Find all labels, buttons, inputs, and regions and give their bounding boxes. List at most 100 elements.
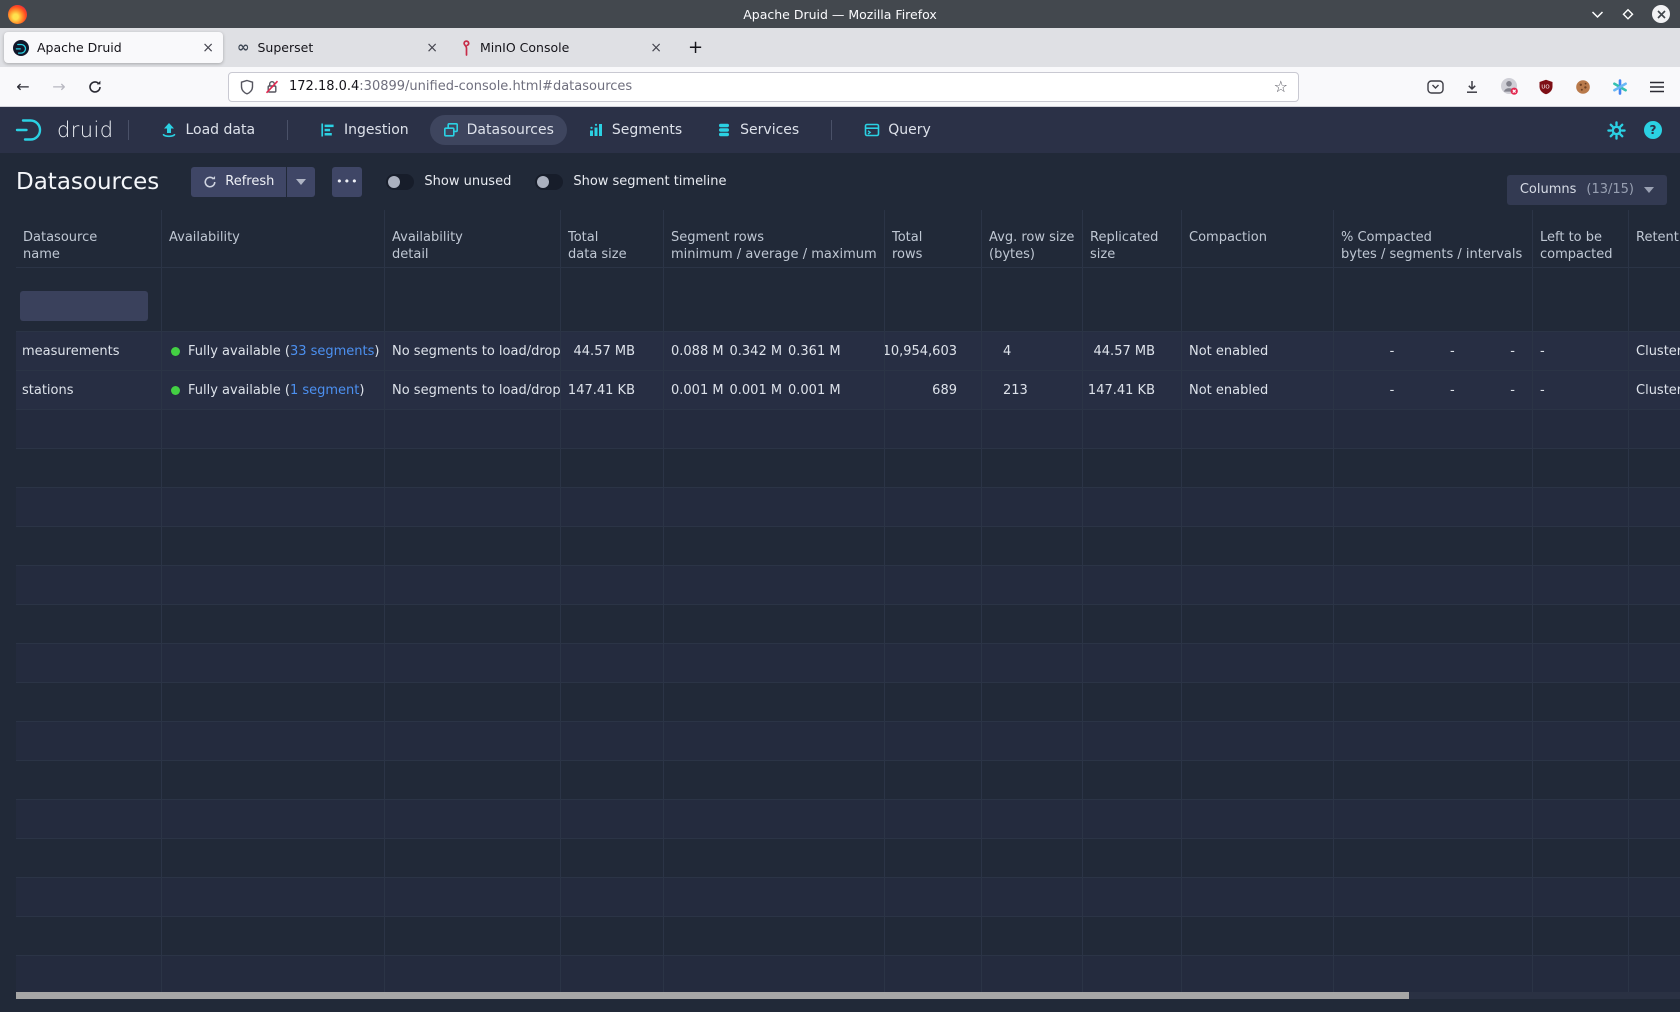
empty-cell: [1629, 566, 1680, 605]
menu-hamburger-icon[interactable]: [1648, 78, 1666, 96]
cookie-extension-icon[interactable]: [1574, 78, 1592, 96]
show-segment-timeline-toggle[interactable]: [535, 174, 563, 190]
retention-cell[interactable]: Cluster default: [1629, 332, 1680, 371]
forward-button[interactable]: →: [44, 72, 74, 102]
refresh-button[interactable]: Refresh: [191, 167, 286, 197]
filter-cell: [982, 268, 1083, 332]
empty-cell: [16, 917, 162, 956]
nav-item-datasources[interactable]: Datasources: [430, 115, 567, 145]
empty-cell: [664, 683, 885, 722]
account-icon[interactable]: [1500, 78, 1518, 96]
more-actions-button[interactable]: •••: [332, 167, 362, 197]
insecure-lock-icon[interactable]: [264, 79, 280, 95]
column-header[interactable]: Replicatedsize: [1083, 210, 1182, 268]
datasource-row: measurementsFully available (33 segments…: [16, 332, 1680, 371]
nav-item-load-data[interactable]: Load data: [148, 115, 268, 145]
url-bar[interactable]: 172.18.0.4:30899/unified-console.html#da…: [228, 72, 1299, 102]
url-text[interactable]: 172.18.0.4:30899/unified-console.html#da…: [289, 79, 1265, 94]
empty-cell: [16, 722, 162, 761]
nav-item-label: Ingestion: [344, 122, 409, 138]
nav-item-services[interactable]: Services: [703, 115, 812, 145]
empty-cell: [162, 644, 385, 683]
empty-cell: [664, 722, 885, 761]
tab-apache-druid[interactable]: Apache Druid ×: [4, 32, 223, 63]
new-tab-button[interactable]: +: [688, 37, 703, 58]
pocket-icon[interactable]: [1426, 78, 1444, 96]
empty-cell: [982, 956, 1083, 995]
empty-cell: [664, 800, 885, 839]
pct-compacted-value: -: [1394, 383, 1454, 398]
column-header[interactable]: Availabilitydetail: [385, 210, 561, 268]
segments-count-link[interactable]: 1 segment: [290, 383, 359, 398]
empty-cell: [1182, 566, 1334, 605]
empty-cell: [1334, 761, 1533, 800]
column-header[interactable]: Totaldata size: [561, 210, 664, 268]
empty-row: [16, 917, 1680, 956]
empty-row: [16, 761, 1680, 800]
table-body: measurementsFully available (33 segments…: [16, 332, 1680, 995]
bookmark-star-icon[interactable]: ☆: [1274, 77, 1288, 96]
segments-count-link[interactable]: 33 segments: [290, 344, 374, 359]
tab-minio-console[interactable]: MinIO Console ×: [452, 32, 671, 63]
tab-close-icon[interactable]: ×: [650, 41, 662, 55]
tab-close-icon[interactable]: ×: [426, 41, 438, 55]
retention-cell[interactable]: Cluster default: [1629, 371, 1680, 410]
nav-item-segments[interactable]: Segments: [575, 115, 695, 145]
column-header[interactable]: Datasourcename: [16, 210, 162, 268]
column-header[interactable]: Totalrows: [885, 210, 982, 268]
columns-label: Columns: [1520, 182, 1577, 197]
nav-item-label: Query: [888, 122, 931, 138]
druid-logo[interactable]: druid: [14, 116, 113, 144]
datasources-view: Datasources Refresh ••• Show unused Show…: [0, 153, 1680, 1012]
empty-cell: [664, 605, 885, 644]
tab-close-icon[interactable]: ×: [202, 41, 214, 55]
empty-cell: [162, 956, 385, 995]
tab-label: MinIO Console: [480, 40, 642, 55]
refresh-dropdown-button[interactable]: [287, 167, 315, 197]
empty-cell: [1182, 605, 1334, 644]
horizontal-scrollbar-thumb[interactable]: [16, 992, 1409, 999]
window-maximize-icon[interactable]: [1621, 7, 1635, 21]
query-icon: [864, 122, 880, 138]
segment-rows-cell: 0.088 M0.342 M0.361 M: [664, 332, 885, 371]
reload-button[interactable]: [80, 72, 110, 102]
nav-item-ingestion[interactable]: Ingestion: [307, 115, 422, 145]
columns-button[interactable]: Columns (13/15): [1507, 175, 1667, 205]
show-unused-toggle[interactable]: [386, 174, 414, 190]
settings-gear-icon[interactable]: [1607, 121, 1626, 140]
empty-row: [16, 644, 1680, 683]
column-header[interactable]: Segment rowsminimum / average / maximum: [664, 210, 885, 268]
back-button[interactable]: ←: [8, 72, 38, 102]
nav-item-query[interactable]: Query: [851, 115, 944, 145]
tracking-shield-icon[interactable]: [239, 79, 255, 95]
empty-cell: [16, 800, 162, 839]
empty-cell: [561, 839, 664, 878]
window-minimize-icon[interactable]: [1591, 10, 1604, 19]
empty-cell: [664, 527, 885, 566]
empty-cell: [1334, 488, 1533, 527]
column-header-line1: % Compacted: [1341, 229, 1532, 246]
show-unused-label[interactable]: Show unused: [424, 174, 511, 189]
ublock-origin-icon[interactable]: UO: [1537, 78, 1555, 96]
empty-cell: [1334, 722, 1533, 761]
downloads-icon[interactable]: [1463, 78, 1481, 96]
show-segment-timeline-label[interactable]: Show segment timeline: [573, 174, 726, 189]
column-header[interactable]: % Compactedbytes / segments / intervals: [1334, 210, 1533, 268]
window-close-icon[interactable]: [1652, 5, 1670, 23]
extension-asterisk-icon[interactable]: [1611, 78, 1629, 96]
tab-superset[interactable]: ∞ Superset ×: [228, 32, 447, 63]
segment-rows-value: 0.001 M: [730, 383, 789, 398]
empty-cell: [561, 878, 664, 917]
empty-cell: [1083, 566, 1182, 605]
column-header[interactable]: Compaction: [1182, 210, 1334, 268]
column-header[interactable]: Retention: [1629, 210, 1680, 268]
column-header[interactable]: Availability: [162, 210, 385, 268]
empty-cell: [885, 683, 982, 722]
empty-cell: [664, 566, 885, 605]
help-icon[interactable]: ?: [1644, 121, 1662, 139]
empty-cell: [982, 800, 1083, 839]
column-header[interactable]: Avg. row size(bytes): [982, 210, 1083, 268]
datasource-filter-input[interactable]: [20, 291, 148, 321]
nav-item-label: Services: [740, 122, 799, 138]
column-header[interactable]: Left to becompacted: [1533, 210, 1629, 268]
